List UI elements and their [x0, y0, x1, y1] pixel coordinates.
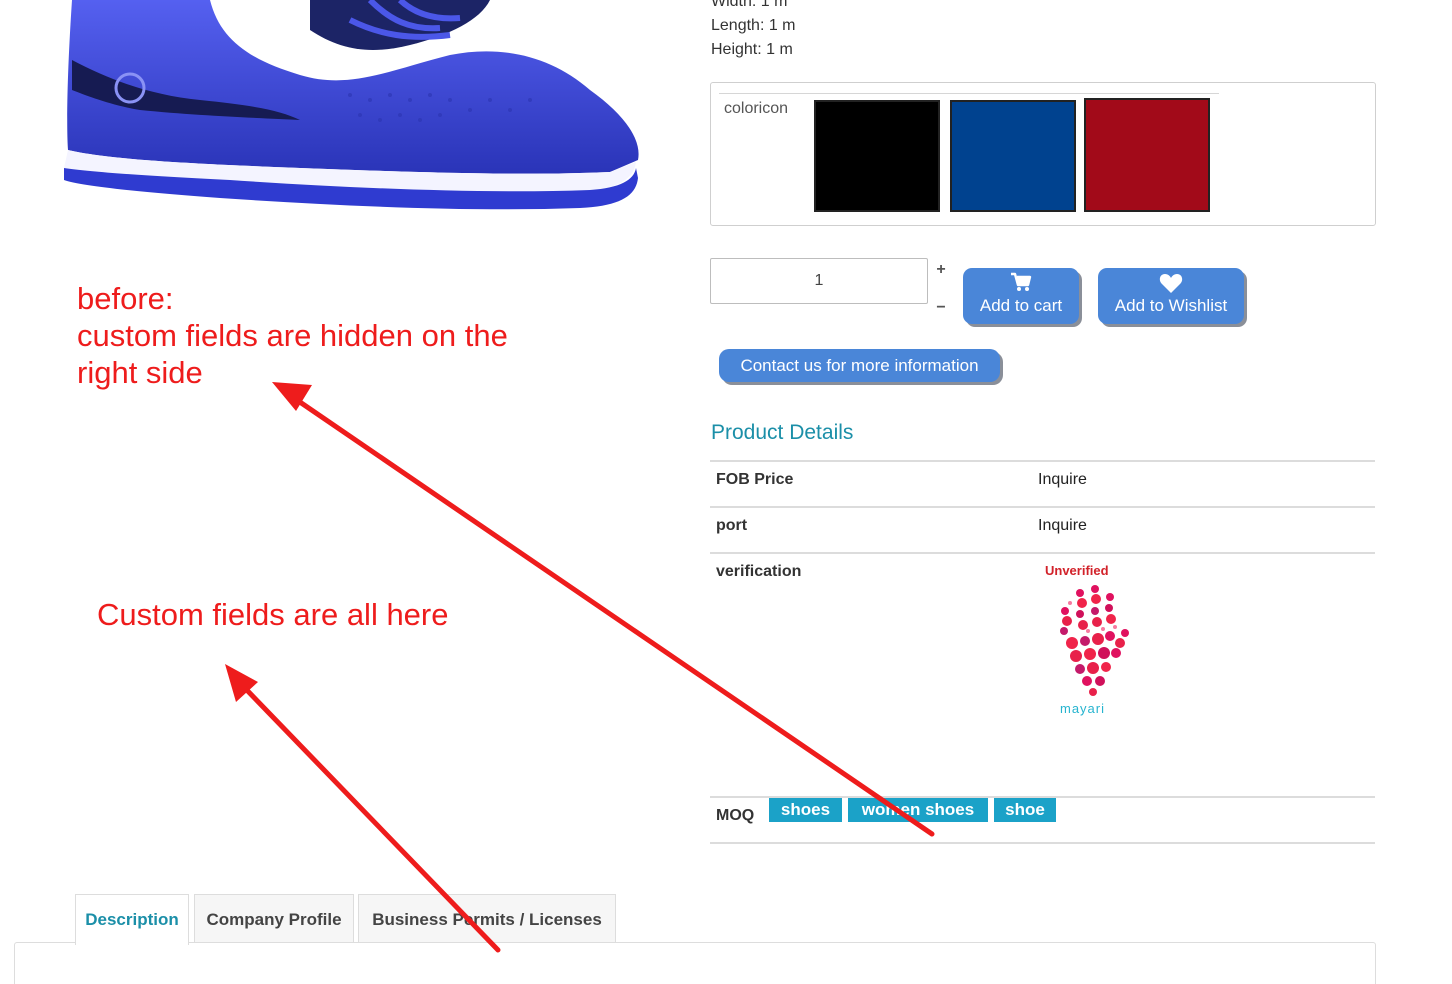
color-swatch-blue[interactable] [950, 100, 1076, 212]
hand-icon [1060, 585, 1129, 696]
tab-company-profile[interactable]: Company Profile [194, 894, 354, 944]
divider [719, 93, 1219, 94]
cart-icon [963, 268, 1079, 292]
color-swatch-black[interactable] [814, 100, 940, 212]
tab-business-permits[interactable]: Business Permits / Licenses [358, 894, 616, 944]
quantity-input[interactable] [710, 258, 928, 304]
badge-status-text: Unverified [1045, 563, 1109, 578]
tab-content-panel [14, 942, 1376, 984]
annotation-line: custom fields are hidden on the [77, 318, 508, 353]
tag-shoe[interactable]: shoe [994, 798, 1056, 822]
product-details-table: FOB Price Inquire port Inquire verificat… [710, 460, 1375, 844]
annotation-line: right side [77, 355, 203, 390]
detail-value: Inquire [1032, 506, 1375, 553]
detail-key: port [710, 506, 1032, 553]
detail-key: FOB Price [710, 460, 1032, 507]
add-to-wishlist-button[interactable]: Add to Wishlist [1098, 268, 1244, 324]
product-image [64, 0, 639, 210]
add-to-cart-button[interactable]: Add to cart [963, 268, 1079, 324]
quantity-decrease-button[interactable]: − [934, 300, 948, 316]
product-details-title: Product Details [711, 421, 854, 444]
color-swatch-red[interactable] [1084, 98, 1210, 212]
tag-women-shoes[interactable]: women shoes [848, 798, 988, 822]
quantity-increase-button[interactable]: + [934, 262, 948, 278]
height-text: Height: 1 m [711, 41, 793, 58]
tag-shoes[interactable]: shoes [769, 798, 842, 822]
heart-icon [1098, 268, 1244, 293]
tab-description[interactable]: Description [75, 894, 189, 945]
length-text: Length: 1 m [711, 17, 796, 34]
verification-badge: Unverified mayari [1040, 563, 1140, 723]
add-to-wishlist-label: Add to Wishlist [1114, 296, 1228, 315]
detail-key: verification [710, 552, 1032, 797]
color-field-label: coloricon [724, 100, 789, 117]
annotation-line: before: [77, 281, 174, 316]
add-to-cart-label: Add to cart [979, 296, 1063, 315]
color-custom-field: coloricon [710, 82, 1376, 226]
detail-value: Unverified mayari [1032, 552, 1375, 797]
width-text: Width: 1 m [711, 0, 788, 10]
badge-brand-text: mayari [1060, 701, 1106, 716]
table-row: verification Unverified mayari [710, 552, 1375, 797]
contact-us-button[interactable]: Contact us for more information [719, 349, 1000, 382]
product-dimensions: Width: 1 m Length: 1 m Height: 1 m [711, 0, 796, 62]
annotation-before: before: custom fields are hidden on the … [77, 280, 508, 391]
detail-value: 1 [1032, 796, 1375, 844]
annotation-here: Custom fields are all here [97, 597, 449, 632]
table-row: port Inquire [710, 506, 1375, 553]
detail-value: Inquire [1032, 460, 1375, 507]
table-row: FOB Price Inquire [710, 460, 1375, 507]
